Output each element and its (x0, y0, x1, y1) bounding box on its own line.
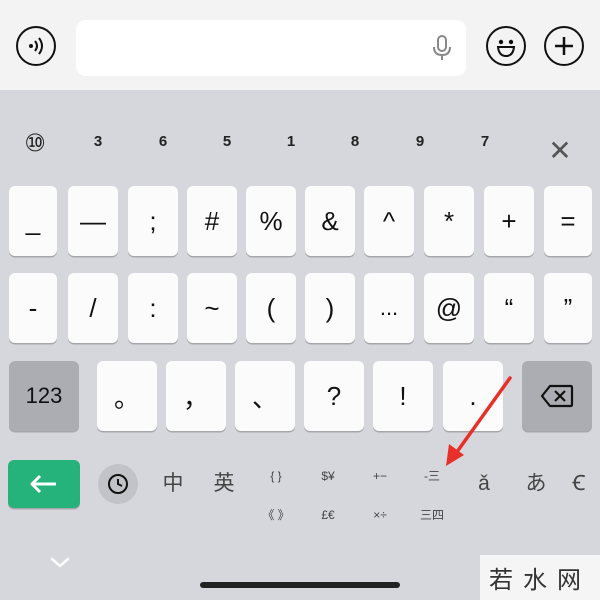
key-left-quote[interactable]: “ (484, 273, 534, 343)
chevron-down-icon[interactable] (48, 556, 72, 570)
prediction-digit[interactable]: 7 (470, 133, 500, 150)
backspace-icon (540, 384, 574, 408)
key-enumeration-comma[interactable]: 、 (235, 361, 295, 431)
smiley-icon[interactable] (486, 26, 526, 66)
prediction-digit[interactable]: 8 (340, 133, 370, 150)
prediction-circled-ten[interactable]: ⑩ (20, 129, 50, 158)
key-right-quote[interactable]: ” (544, 273, 592, 343)
watermark: 若水网 (480, 555, 600, 600)
key-equals[interactable]: = (544, 186, 592, 256)
key-hyphen[interactable]: - (9, 273, 57, 343)
key-right-paren[interactable]: ) (305, 273, 355, 343)
key-question[interactable]: ? (304, 361, 364, 431)
key-hash[interactable]: # (187, 186, 237, 256)
prediction-digit[interactable]: 5 (212, 133, 242, 150)
math-bottom-label: ×÷ (373, 508, 387, 522)
list-bottom-label: 三四 (419, 508, 444, 522)
key-slash[interactable]: / (68, 273, 118, 343)
close-icon[interactable]: ✕ (545, 136, 575, 166)
numeric-keyboard-button[interactable]: 123 (9, 361, 79, 431)
home-indicator (200, 582, 400, 588)
key-exclamation[interactable]: ! (373, 361, 433, 431)
plus-icon[interactable] (544, 26, 584, 66)
key-caret[interactable]: ^ (364, 186, 414, 256)
message-input[interactable] (76, 20, 466, 76)
category-currency[interactable]: $¥ £€ (310, 470, 346, 521)
prediction-digit[interactable]: 9 (405, 133, 435, 150)
math-top-label: +− (372, 469, 387, 483)
currency-bottom-label: £€ (321, 508, 335, 522)
return-button[interactable] (8, 460, 80, 508)
prediction-digit[interactable]: 3 (83, 133, 113, 150)
key-plus[interactable]: + (484, 186, 534, 256)
key-cjk-comma[interactable]: ， (166, 361, 226, 431)
prediction-bar: ⑩ 3 6 5 1 8 9 7 (0, 125, 600, 170)
message-input-bar (0, 0, 600, 90)
arrow-left-icon (30, 474, 56, 494)
voice-wave-icon[interactable] (16, 26, 56, 66)
backspace-button[interactable] (522, 361, 592, 431)
key-asterisk[interactable]: * (424, 186, 474, 256)
category-math[interactable]: +− ×÷ (362, 470, 398, 521)
key-colon[interactable]: : (128, 273, 178, 343)
category-pinyin[interactable]: ǎ (466, 466, 502, 502)
key-period[interactable]: . (443, 361, 503, 431)
currency-top-label: $¥ (321, 469, 335, 483)
key-at[interactable]: @ (424, 273, 474, 343)
category-kana[interactable]: あ (518, 466, 554, 502)
key-underscore[interactable]: _ (9, 186, 57, 256)
key-cjk-period[interactable]: 。 (97, 361, 157, 431)
category-english[interactable]: 英 (206, 466, 242, 502)
key-tilde[interactable]: ~ (187, 273, 237, 343)
brackets-top-label: { } (270, 469, 282, 483)
key-percent[interactable]: % (246, 186, 296, 256)
key-ampersand[interactable]: & (305, 186, 355, 256)
key-em-dash[interactable]: — (68, 186, 118, 256)
category-list-numbers[interactable]: -三 三四 (414, 470, 450, 521)
category-chinese[interactable]: 中 (155, 466, 191, 502)
key-ellipsis[interactable]: ... (364, 273, 414, 343)
key-left-paren[interactable]: ( (246, 273, 296, 343)
list-top-label: -三 (424, 469, 440, 483)
clock-icon (108, 474, 128, 494)
recent-symbols-button[interactable] (98, 464, 138, 504)
prediction-digit[interactable]: 6 (148, 133, 178, 150)
category-more[interactable]: Ꞓ (564, 466, 594, 502)
key-semicolon[interactable]: ; (128, 186, 178, 256)
prediction-digit[interactable]: 1 (276, 133, 306, 150)
microphone-icon[interactable] (430, 34, 454, 62)
category-brackets[interactable]: { } 《 》 (258, 470, 294, 521)
brackets-bottom-label: 《 》 (262, 508, 290, 522)
